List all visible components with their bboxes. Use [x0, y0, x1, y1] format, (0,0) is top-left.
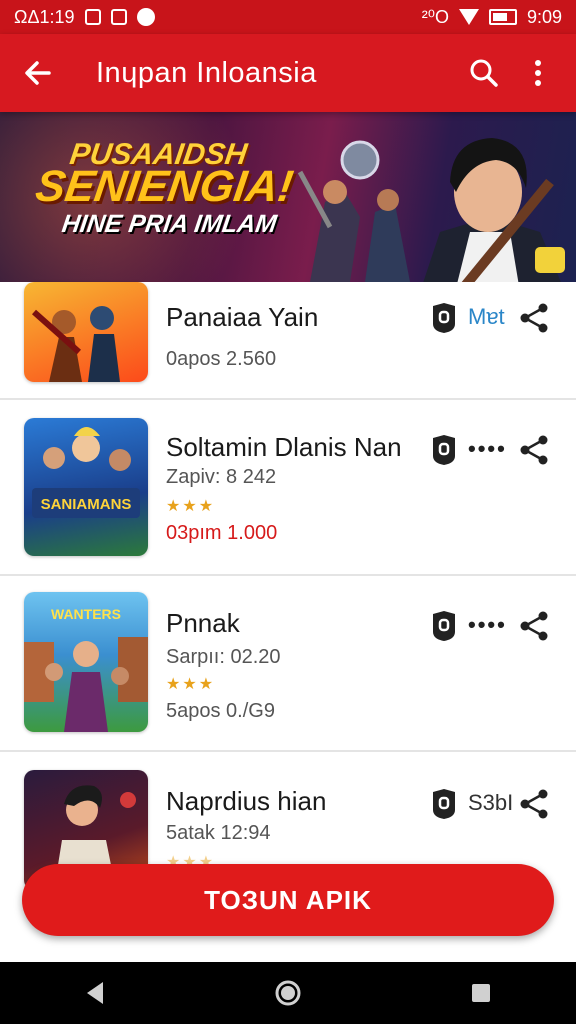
share-icon[interactable]	[518, 302, 550, 334]
app-name: Panaiaa Yain	[166, 302, 319, 332]
thumbnail-title: WANTERS	[51, 606, 121, 622]
shield-icon[interactable]	[430, 302, 458, 334]
app-name: Soltamin Dlanis Nan	[166, 432, 402, 462]
banner-hero-illustration	[423, 138, 565, 282]
list-item[interactable]: WANTERS Pnnak Sarpıı: 02.20 ★★★ 5apos 0.…	[0, 576, 576, 752]
app-thumbnail: WANTERS	[24, 592, 148, 732]
system-navigation-bar	[0, 962, 576, 1024]
more-vert-icon	[535, 60, 541, 86]
app-name: Naprdius hian	[166, 786, 327, 816]
search-button[interactable]	[464, 53, 504, 93]
arrow-back-icon	[25, 61, 51, 85]
status-left: ΩΔ1:19	[14, 7, 155, 28]
app-artwork-icon	[32, 306, 120, 382]
promo-banner[interactable]: PUSAAIDSH SENIENGIA! HINE PRIA IMLAM	[0, 112, 576, 282]
nav-home-icon[interactable]	[274, 979, 302, 1007]
notification-icon	[84, 9, 101, 25]
back-button[interactable]	[18, 53, 58, 93]
status-alarm-text: ²⁰O	[421, 6, 449, 27]
banner-subheadline: HINE PRIA IMLAM	[60, 210, 279, 238]
wifi-icon	[458, 9, 479, 25]
app-meta: 0apos 2.560	[166, 348, 277, 370]
nav-back-icon[interactable]	[83, 980, 107, 1006]
app-bar: Inɥpan Inloansia	[0, 34, 576, 112]
status-right: ²⁰O 9:09	[422, 7, 562, 28]
app-rating-stars: ★★★	[166, 676, 216, 693]
lock-notification-icon	[110, 9, 127, 25]
overflow-menu-button[interactable]	[518, 53, 558, 93]
shield-icon[interactable]	[430, 610, 458, 642]
shield-icon[interactable]	[430, 788, 458, 820]
list-item[interactable]: Panaiaa Yain 0apos 2.560 Mɐt	[0, 282, 576, 400]
nav-recents-icon[interactable]	[469, 981, 493, 1005]
app-name: Pnnak	[166, 608, 240, 638]
app-thumbnail: SANIAMANS	[24, 418, 148, 556]
share-icon[interactable]	[518, 610, 550, 642]
app-tag: ••••	[468, 612, 507, 637]
share-icon[interactable]	[518, 434, 550, 466]
app-meta: Sarpıı: 02.20	[166, 646, 281, 668]
app-notification-icon	[136, 8, 155, 26]
app-tag: Mɐt	[468, 304, 505, 329]
share-icon[interactable]	[518, 788, 550, 820]
app-tag: ••••	[468, 436, 507, 461]
app-price: 03pım 1.000	[166, 522, 278, 544]
app-rating-stars: ★★★	[166, 498, 216, 515]
status-clock: 9:09	[526, 6, 562, 27]
app-thumbnail	[24, 282, 148, 382]
primary-action-button[interactable]: TOЗUN APIK	[22, 864, 554, 936]
app-artwork-icon	[32, 427, 140, 518]
status-bar: ΩΔ1:19 ²⁰O 9:09	[0, 0, 576, 34]
list-item[interactable]: SANIAMANS Soltamin Dlanis Nan Zapiv: 8 2…	[0, 400, 576, 576]
shield-icon[interactable]	[430, 434, 458, 466]
app-meta-secondary: 5apos 0./G9	[166, 700, 275, 722]
app-meta: 5atak 12:94	[166, 822, 271, 844]
banner-headline-main: SENIENGIA!	[32, 162, 297, 211]
battery-icon	[488, 9, 517, 25]
search-icon	[470, 59, 498, 87]
app-meta: Zapiv: 8 242	[166, 466, 277, 488]
page-title: Inɥpan Inloansia	[96, 56, 317, 89]
app-tag: S3bI	[468, 790, 514, 815]
thumbnail-title: SANIAMANS	[40, 496, 132, 513]
status-time-left: ΩΔ1:19	[14, 6, 75, 27]
